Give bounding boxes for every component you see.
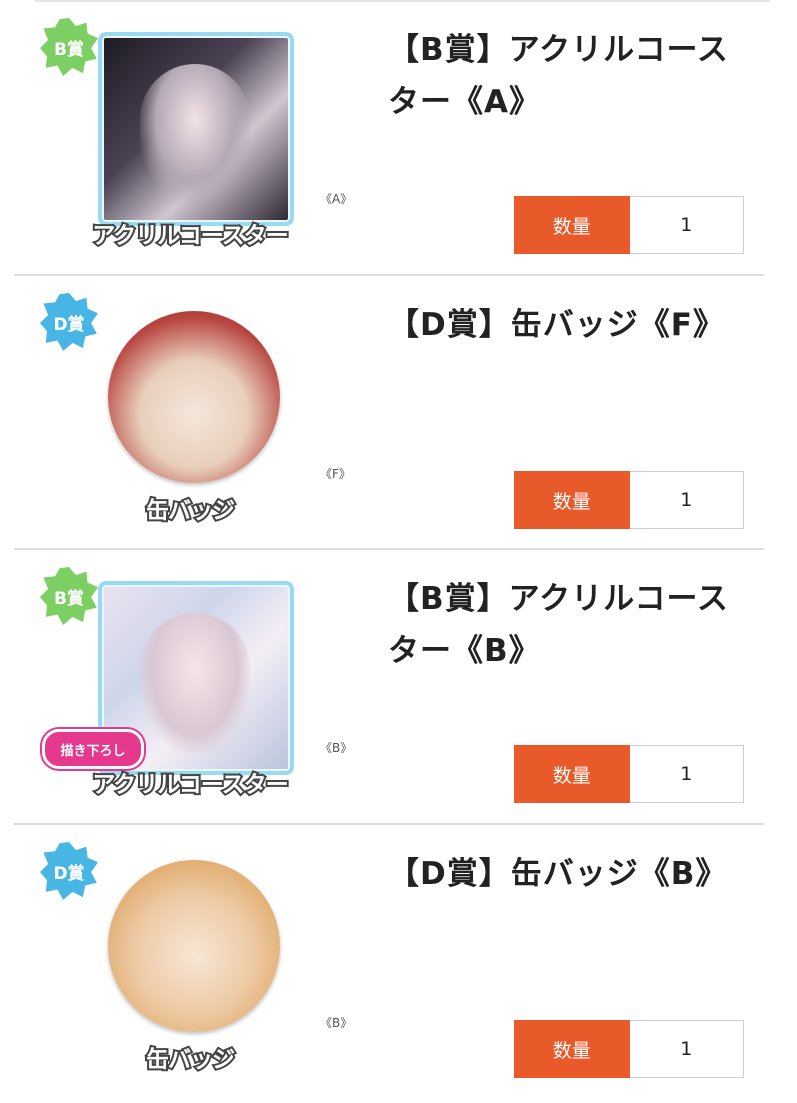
quantity-input[interactable]: 1: [629, 1020, 744, 1078]
product-type-caption: 缶バッジ: [144, 1045, 237, 1075]
quantity-label: 数量: [514, 196, 630, 254]
prize-badge: D賞: [40, 842, 98, 900]
list-item: B賞 描き下ろし アクリルコースター 《B》 【B賞】アクリルコースター《B》 …: [0, 549, 797, 824]
product-image[interactable]: D賞 缶バッジ: [40, 842, 300, 1082]
product-image[interactable]: D賞 缶バッジ: [40, 293, 300, 533]
list-item: D賞 缶バッジ 《B》 【D賞】缶バッジ《B》 数量 1: [0, 824, 797, 1099]
quantity-input[interactable]: 1: [629, 196, 744, 254]
can-badge-image: [108, 860, 280, 1032]
acrylic-coaster-image: [98, 32, 294, 226]
can-badge-image: [108, 311, 280, 483]
list-item: D賞 缶バッジ 《F》 【D賞】缶バッジ《F》 数量 1: [0, 275, 797, 550]
quantity-control: 数量 1: [514, 1020, 744, 1078]
quantity-label: 数量: [514, 471, 630, 529]
product-title[interactable]: 【D賞】缶バッジ《B》: [388, 848, 758, 900]
new-illustration-tag: 描き下ろし: [42, 729, 144, 769]
quantity-control: 数量 1: [514, 745, 744, 803]
quantity-input[interactable]: 1: [629, 745, 744, 803]
quantity-label: 数量: [514, 745, 630, 803]
quantity-input[interactable]: 1: [629, 471, 744, 529]
product-image[interactable]: B賞 アクリルコースター: [40, 18, 300, 258]
product-type-caption: アクリルコースター: [90, 221, 290, 251]
variant-label: 《B》: [320, 741, 353, 755]
quantity-label: 数量: [514, 1020, 630, 1078]
prize-badge: B賞: [40, 567, 98, 625]
product-title[interactable]: 【B賞】アクリルコースター《B》: [388, 573, 758, 677]
product-image[interactable]: B賞 描き下ろし アクリルコースター: [40, 567, 300, 807]
prize-badge: B賞: [40, 18, 98, 76]
quantity-control: 数量 1: [514, 471, 744, 529]
product-title[interactable]: 【D賞】缶バッジ《F》: [388, 299, 758, 351]
list-item: B賞 アクリルコースター 《A》 【B賞】アクリルコースター《A》 数量 1: [0, 0, 797, 275]
variant-label: 《B》: [320, 1016, 353, 1030]
product-type-caption: 缶バッジ: [144, 496, 237, 526]
product-type-caption: アクリルコースター: [90, 770, 290, 800]
product-title[interactable]: 【B賞】アクリルコースター《A》: [388, 24, 758, 128]
variant-label: 《F》: [320, 467, 351, 481]
prize-badge: D賞: [40, 293, 98, 351]
variant-label: 《A》: [320, 192, 353, 206]
quantity-control: 数量 1: [514, 196, 744, 254]
